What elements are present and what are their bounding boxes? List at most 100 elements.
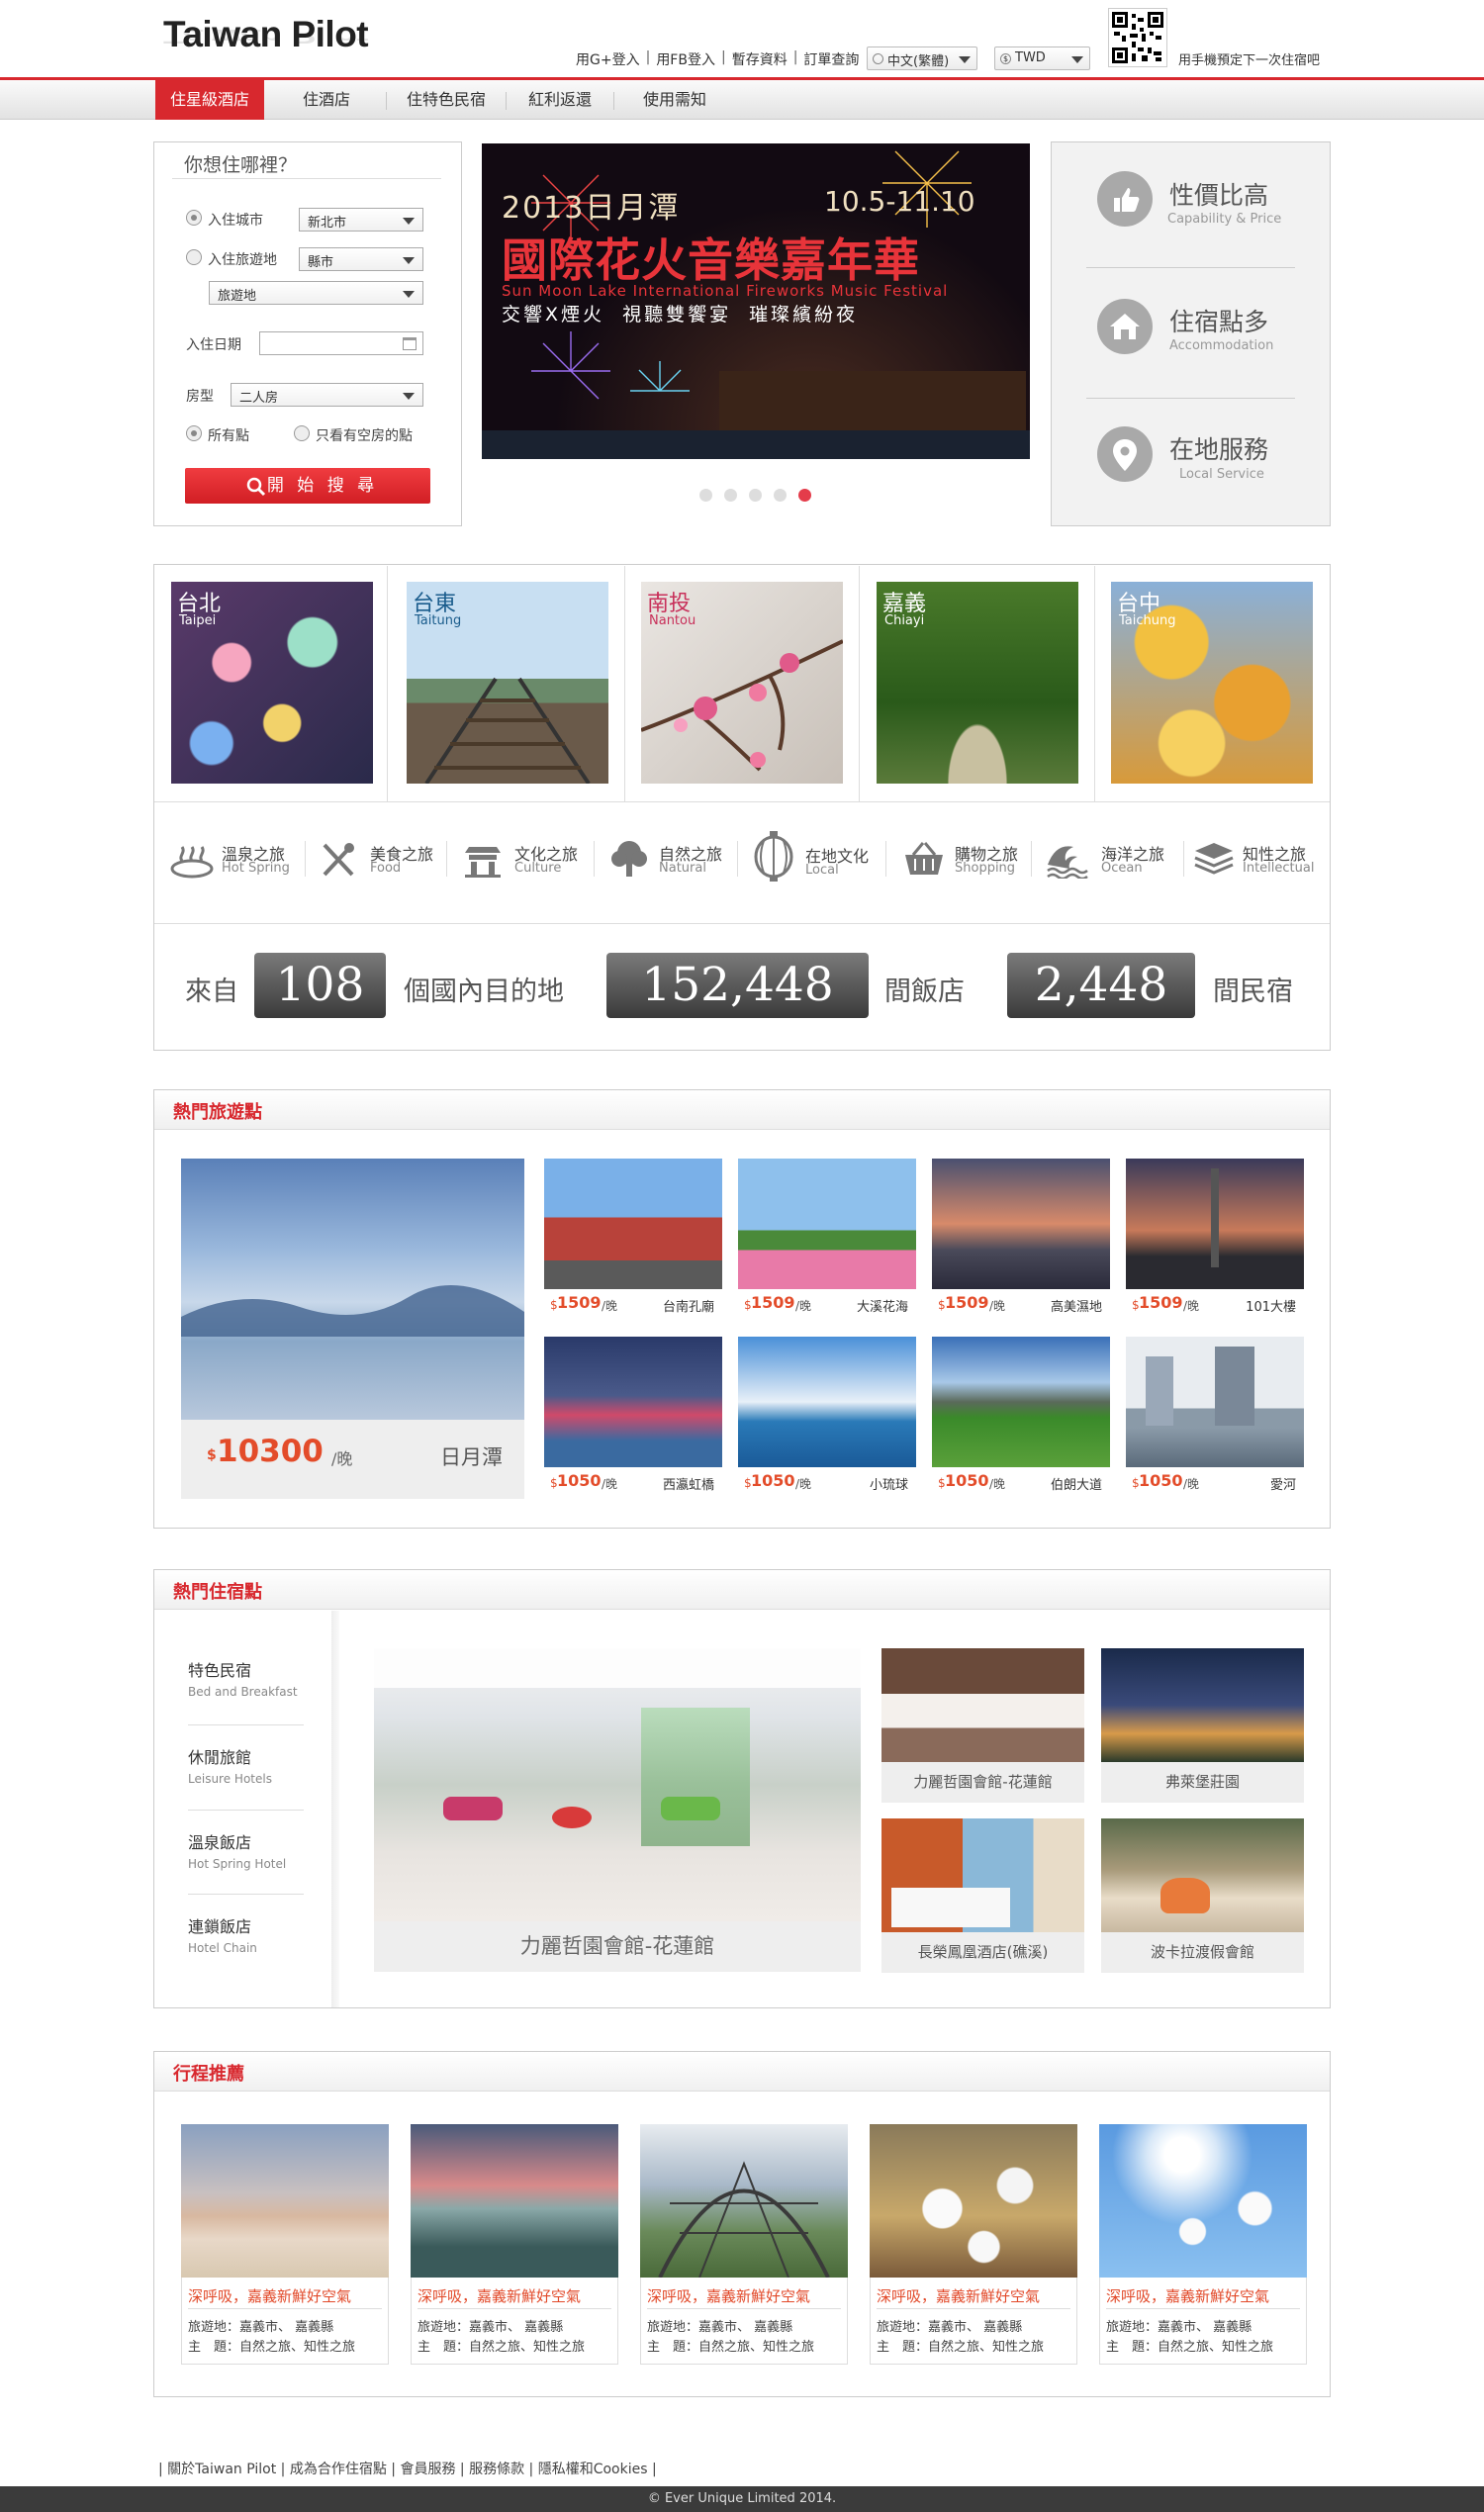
city-card-taichung[interactable]: 台中 Taichung (1111, 582, 1313, 784)
vacant-radio[interactable] (294, 425, 310, 441)
promo-banner[interactable]: 2013日月潭 10.5-11.10 國際花火音樂嘉年華 Sun Moon La… (482, 143, 1030, 459)
city-card-taitung[interactable]: 台東 Taitung (407, 582, 608, 784)
divider (154, 923, 1330, 924)
all-radio[interactable] (186, 425, 202, 441)
stay-category-leisure[interactable]: 休閒旅館 (188, 1744, 251, 1768)
language-select[interactable]: 中文(繁體) (867, 47, 977, 70)
divider (594, 841, 595, 877)
theme-hot-spring[interactable]: 溫泉之旅 Hot Spring (170, 839, 299, 879)
nav-bonus[interactable]: 紅利返還 (507, 80, 613, 120)
divider (172, 178, 441, 179)
slide-dot-1[interactable] (699, 489, 712, 502)
theme-culture[interactable]: 文化之旅 Culture (463, 839, 592, 879)
thumbs-up-icon (1097, 171, 1153, 227)
stay-category-bnb[interactable]: 特色民宿 (188, 1657, 251, 1681)
city-card-nantou[interactable]: 南投 Nantou (641, 582, 843, 784)
facebook-login-link[interactable]: 用FB登入 (656, 49, 715, 69)
stay-category-en: Leisure Hotels (188, 1772, 272, 1786)
date-input[interactable] (259, 331, 423, 355)
stay-name: 波卡拉渡假會館 (1101, 1932, 1304, 1973)
spot-card[interactable]: $ 1050 /晚 伯朗大道 (932, 1337, 1110, 1499)
theme-intellectual[interactable]: 知性之旅 Intellectual (1193, 839, 1322, 879)
theme-natural[interactable]: 自然之旅 Natural (609, 839, 738, 879)
room-select[interactable]: 二人房 (231, 383, 423, 407)
stay-card-main[interactable]: 力麗哲園會館-花蓮館 (374, 1648, 861, 1972)
trip-card[interactable]: 深呼吸，嘉義新鮮好空氣 旅遊地：嘉義市、 嘉義縣 主 題：自然之旅、知性之旅 (181, 2124, 389, 2365)
divider (1086, 267, 1295, 268)
divider (1086, 398, 1295, 399)
spot-card-main[interactable]: $ 10300 /晚 日月潭 (181, 1159, 524, 1499)
trip-card[interactable]: 深呼吸，嘉義新鮮好空氣 旅遊地：嘉義市、 嘉義縣 主 題：自然之旅、知性之旅 (1099, 2124, 1307, 2365)
city-name-en: Taichung (1119, 613, 1176, 628)
stat-hotels: 152,448 (606, 953, 869, 1018)
feature-service-title: 在地服務 (1169, 435, 1269, 464)
theme-local[interactable]: 在地文化 Local (754, 831, 882, 883)
theme-shopping[interactable]: 購物之旅 Shopping (903, 839, 1032, 879)
chevron-down-icon (403, 218, 415, 225)
nav-guide[interactable]: 使用需知 (614, 80, 735, 120)
stay-card[interactable]: 波卡拉渡假會館 (1101, 1818, 1304, 1973)
stay-card[interactable]: 弗萊堡莊園 (1101, 1648, 1304, 1803)
spot-photo (932, 1337, 1110, 1467)
nav-bnb[interactable]: 住特色民宿 (387, 80, 506, 120)
search-button[interactable]: 開 始 搜 尋 (185, 468, 430, 504)
spot-card[interactable]: $ 1509 /晚 101大樓 (1126, 1159, 1304, 1321)
city-radio[interactable] (186, 210, 202, 226)
google-login-link[interactable]: 用G+登入 (576, 49, 640, 69)
nav-hotels[interactable]: 住酒店 (267, 80, 386, 120)
nav-star-hotels[interactable]: 住星級酒店 (155, 80, 264, 120)
stay-category-chain[interactable]: 連鎖飯店 (188, 1913, 251, 1937)
trips-title: 行程推薦 (173, 2064, 244, 2085)
stay-photo (1101, 1648, 1304, 1762)
fork-knife-icon (323, 843, 354, 877)
slide-dot-3[interactable] (749, 489, 762, 502)
theme-food[interactable]: 美食之旅 Food (319, 839, 447, 879)
footer-link-privacy[interactable]: 隱私權和Cookies (538, 2462, 648, 2477)
footer-link-partner[interactable]: 成為合作住宿點 (290, 2462, 387, 2477)
stay-photo (881, 1648, 1084, 1762)
qr-caption: 用手機預定下一次住宿吧 (1178, 53, 1321, 68)
price-value: 1509 (557, 1293, 602, 1312)
trip-card[interactable]: 深呼吸，嘉義新鮮好空氣 旅遊地：嘉義市、 嘉義縣 主 題：自然之旅、知性之旅 (411, 2124, 618, 2365)
banner-dates: 10.5-11.10 (824, 185, 975, 218)
footer-link-member[interactable]: 會員服務 (400, 2462, 455, 2477)
currency-select[interactable]: TWD $ (994, 47, 1090, 70)
saved-data-link[interactable]: 暫存資料 (732, 49, 788, 69)
stay-card[interactable]: 力麗哲園會館-花蓮館 (881, 1648, 1084, 1803)
divider (188, 2308, 382, 2309)
trip-photo (870, 2124, 1077, 2278)
spot-select[interactable]: 旅遊地 (209, 281, 423, 305)
price-unit: /晚 (602, 1477, 618, 1491)
spot-card[interactable]: $ 1509 /晚 台南孔廟 (544, 1159, 722, 1321)
trip-theme: 主 題：自然之旅、知性之旅 (417, 2340, 586, 2355)
theme-ocean[interactable]: 海洋之旅 Ocean (1046, 839, 1174, 879)
stay-card[interactable]: 長榮鳳凰酒店(礁溪) (881, 1818, 1084, 1973)
home-icon (1097, 299, 1153, 354)
calendar-icon[interactable] (403, 337, 417, 350)
spot-card[interactable]: $ 1050 /晚 愛河 (1126, 1337, 1304, 1499)
chevron-down-icon (959, 56, 971, 63)
spot-card[interactable]: $ 1509 /晚 大溪花海 (738, 1159, 916, 1321)
stay-category-hot-spring[interactable]: 溫泉飯店 (188, 1829, 251, 1853)
stool-graphic (552, 1807, 592, 1828)
area-value: 縣市 (308, 255, 334, 270)
spot-card[interactable]: $ 1509 /晚 高美濕地 (932, 1159, 1110, 1321)
city-card-chiayi[interactable]: 嘉義 Chiayi (877, 582, 1078, 784)
spot-card[interactable]: $ 1050 /晚 西瀛虹橋 (544, 1337, 722, 1499)
stat-destinations-label: 個國內目的地 (404, 977, 564, 1007)
order-lookup-link[interactable]: 訂單查詢 (803, 49, 859, 69)
theme-label-en: Shopping (955, 861, 1016, 876)
footer-link-terms[interactable]: 服務條款 (469, 2462, 524, 2477)
slide-dot-5[interactable] (798, 489, 811, 502)
area-radio[interactable] (186, 249, 202, 265)
slide-dot-2[interactable] (724, 489, 737, 502)
spot-card[interactable]: $ 1050 /晚 小琉球 (738, 1337, 916, 1499)
area-select[interactable]: 縣市 (299, 247, 423, 271)
slide-dot-4[interactable] (774, 489, 787, 502)
trip-card[interactable]: 深呼吸，嘉義新鮮好空氣 旅遊地：嘉義市、 嘉義縣 主 題：自然之旅、知性之旅 (640, 2124, 848, 2365)
location-pin-icon (1097, 426, 1153, 482)
trip-card[interactable]: 深呼吸，嘉義新鮮好空氣 旅遊地：嘉義市、 嘉義縣 主 題：自然之旅、知性之旅 (870, 2124, 1077, 2365)
footer-link-about[interactable]: 關於Taiwan Pilot (167, 2462, 276, 2477)
city-select[interactable]: 新北市 (299, 208, 423, 232)
city-card-taipei[interactable]: 台北 Taipei (171, 582, 373, 784)
